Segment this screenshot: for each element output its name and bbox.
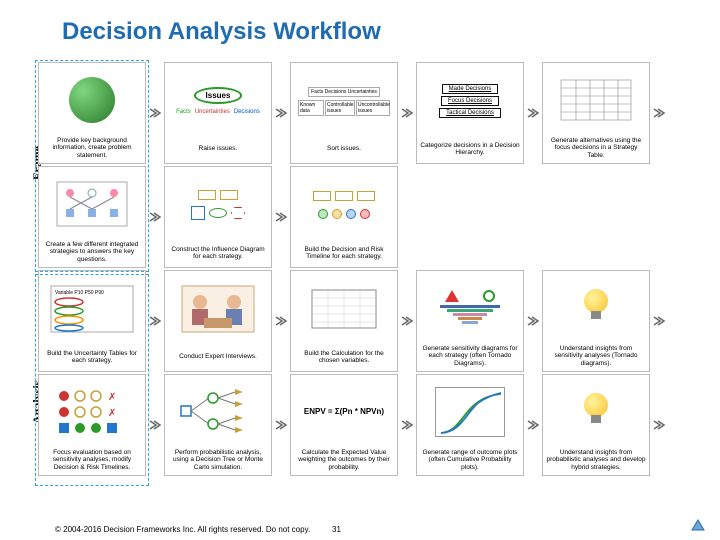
arrow-icon bbox=[650, 106, 668, 120]
grid-dots-icon: ✗✗ bbox=[50, 386, 134, 438]
step-caption: Categorize decisions in a Decision Hiera… bbox=[419, 137, 521, 161]
step-problem-statement: Provide key background information, crea… bbox=[38, 62, 146, 164]
circle-icon bbox=[483, 290, 495, 302]
workflow-row-3: Variable P10 P50 P90 Build the Uncertain… bbox=[38, 270, 710, 372]
step-caption: Perform probabilistic analysis, using a … bbox=[167, 447, 269, 473]
people-icon bbox=[178, 282, 258, 336]
workflow-row-2: Create a few different integrated strate… bbox=[38, 166, 710, 268]
step-caption: Build the Uncertainty Tables for each st… bbox=[41, 345, 143, 369]
step-caption: Generate sensitivity diagrams for each s… bbox=[419, 343, 521, 369]
lightbulb-icon bbox=[582, 393, 610, 431]
step-sensitivity-insights: Understand insights from sensitivity ana… bbox=[542, 270, 650, 372]
corner-decoration bbox=[0, 0, 60, 60]
workflow-row-1: Provide key background information, crea… bbox=[38, 62, 710, 164]
page-title: Decision Analysis Workflow bbox=[0, 0, 720, 58]
step-caption: Build the Decision and Risk Timeline for… bbox=[293, 241, 395, 265]
uncertainty-table-icon: Variable P10 P50 P90 bbox=[49, 284, 135, 334]
arrow-icon bbox=[272, 106, 290, 120]
step-caption: Understand insights from probabilistic a… bbox=[545, 447, 647, 473]
arrow-icon bbox=[524, 106, 542, 120]
step-uncertainty-tables: Variable P10 P50 P90 Build the Uncertain… bbox=[38, 270, 146, 372]
svg-text:✗: ✗ bbox=[108, 392, 116, 403]
copyright-footer: © 2004-2016 Decision Frameworks Inc. All… bbox=[55, 525, 310, 534]
step-caption: Conduct Expert Interviews. bbox=[178, 345, 258, 369]
step-caption: Calculate the Expected Value weighting t… bbox=[293, 447, 395, 473]
step-caption: Focus evaluation based on sensitivity an… bbox=[41, 447, 143, 473]
step-probabilistic-insights: Understand insights from probabilistic a… bbox=[542, 374, 650, 476]
step-expected-value: ENPV = Σ(Pn * NPVn) Calculate the Expect… bbox=[290, 374, 398, 476]
arrow-icon bbox=[146, 210, 164, 224]
step-decision-hierarchy: Made Decisions Focus Decisions Tactical … bbox=[416, 62, 524, 164]
formula-label: ENPV = Σ(Pn * NPVn) bbox=[293, 377, 395, 447]
arrow-icon bbox=[398, 418, 416, 432]
step-build-calculation: Build the Calculation for the chosen var… bbox=[290, 270, 398, 372]
arrow-icon bbox=[272, 418, 290, 432]
arrow-icon bbox=[272, 314, 290, 328]
tornado-icon bbox=[435, 304, 505, 325]
step-outcome-plots: Generate range of outcome plots (often C… bbox=[416, 374, 524, 476]
step-caption: Raise issues. bbox=[198, 137, 239, 161]
arrow-icon bbox=[398, 106, 416, 120]
decision-tree-icon bbox=[175, 386, 261, 438]
arrow-icon bbox=[650, 314, 668, 328]
page-number: 31 bbox=[332, 525, 341, 534]
step-caption: Create a few different integrated strate… bbox=[41, 239, 143, 265]
step-raise-issues: Issues Facts Uncertainties Decisions Rai… bbox=[164, 62, 272, 164]
workflow-grid: Provide key background information, crea… bbox=[38, 62, 710, 478]
spreadsheet-icon bbox=[304, 284, 384, 334]
step-caption: Understand insights from sensitivity ana… bbox=[545, 343, 647, 369]
step-strategy-table: Generate alternatives using the focus de… bbox=[542, 62, 650, 164]
globe-icon bbox=[69, 77, 115, 123]
arrow-icon bbox=[524, 418, 542, 432]
step-integrated-strategies: Create a few different integrated strate… bbox=[38, 166, 146, 268]
warning-icon bbox=[445, 290, 459, 302]
arrow-icon bbox=[650, 418, 668, 432]
step-risk-timeline: Build the Decision and Risk Timeline for… bbox=[290, 166, 398, 268]
arrow-icon bbox=[272, 210, 290, 224]
step-sort-issues: Facts Decisions Uncertainties Known data… bbox=[290, 62, 398, 164]
step-caption: Construct the Influence Diagram for each… bbox=[167, 241, 269, 265]
step-caption: Build the Calculation for the chosen var… bbox=[293, 345, 395, 369]
cdf-icon bbox=[435, 387, 505, 437]
step-caption: Generate alternatives using the focus de… bbox=[545, 135, 647, 161]
arrow-icon bbox=[146, 314, 164, 328]
step-expert-interviews: Conduct Expert Interviews. bbox=[164, 270, 272, 372]
network-icon bbox=[52, 177, 132, 231]
return-icon[interactable] bbox=[690, 516, 708, 534]
step-sensitivity-diagrams: Generate sensitivity diagrams for each s… bbox=[416, 270, 524, 372]
arrow-icon bbox=[146, 106, 164, 120]
table-icon bbox=[556, 75, 636, 125]
svg-text:Variable P10 P50 P90: Variable P10 P50 P90 bbox=[55, 290, 104, 296]
step-focus-evaluation: ✗✗ Focus evaluation based on sensitivity… bbox=[38, 374, 146, 476]
step-caption: Provide key background information, crea… bbox=[41, 135, 143, 161]
step-caption: Sort issues. bbox=[326, 137, 362, 161]
arrow-icon bbox=[398, 314, 416, 328]
workflow-row-4: ✗✗ Focus evaluation based on sensitivity… bbox=[38, 374, 710, 476]
step-probabilistic-analysis: Perform probabilistic analysis, using a … bbox=[164, 374, 272, 476]
arrow-icon bbox=[146, 418, 164, 432]
step-caption: Generate range of outcome plots (often C… bbox=[419, 447, 521, 473]
issues-label: Issues bbox=[194, 87, 243, 104]
step-influence-diagram: Construct the Influence Diagram for each… bbox=[164, 166, 272, 268]
lightbulb-icon bbox=[582, 289, 610, 327]
svg-text:✗: ✗ bbox=[108, 408, 116, 419]
arrow-icon bbox=[524, 314, 542, 328]
